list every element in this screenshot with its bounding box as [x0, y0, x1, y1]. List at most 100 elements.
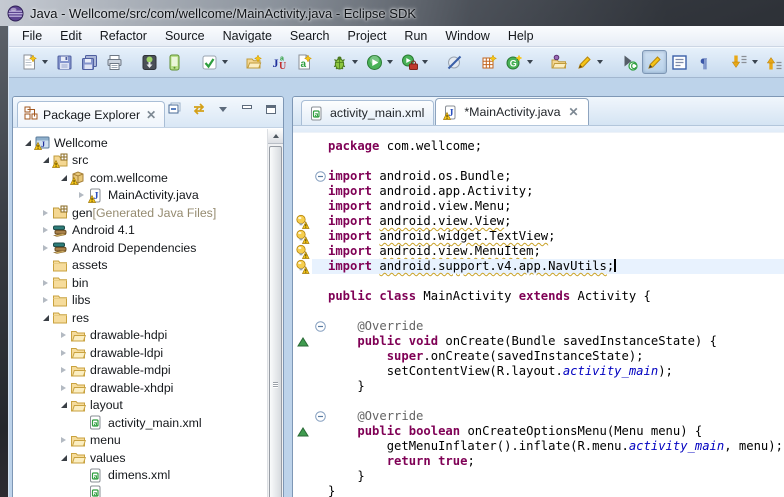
minimize-view-icon[interactable]: [239, 102, 255, 116]
lint-check-button[interactable]: [197, 50, 232, 74]
menu-edit[interactable]: Edit: [51, 27, 91, 46]
menu-project[interactable]: Project: [339, 27, 396, 46]
close-view-icon[interactable]: ✕: [146, 109, 156, 121]
code-line[interactable]: return true;: [293, 454, 784, 469]
window-titlebar[interactable]: Java - Wellcome/src/com/wellcome/MainAct…: [0, 0, 784, 26]
fold-collapse-icon[interactable]: [312, 409, 328, 424]
menu-run[interactable]: Run: [395, 27, 436, 46]
editor-tab-activity-main-xml[interactable]: a activity_main.xml: [301, 100, 435, 125]
tree-item-values[interactable]: values: [13, 449, 267, 467]
code-line[interactable]: import android.app.Activity;: [293, 184, 784, 199]
tree-item-dimens-xml[interactable]: a dimens.xml: [13, 467, 267, 485]
dropdown-arrow-icon[interactable]: [597, 60, 603, 64]
expander-icon[interactable]: [57, 174, 70, 181]
code-line[interactable]: }: [293, 469, 784, 484]
override-marker-icon[interactable]: [293, 334, 312, 349]
expander-icon[interactable]: [57, 402, 70, 409]
run-button[interactable]: [362, 50, 397, 74]
expander-icon[interactable]: [39, 157, 52, 164]
save-all-button[interactable]: [77, 50, 102, 74]
expander-icon[interactable]: [39, 244, 52, 251]
close-tab-icon[interactable]: ✕: [569, 106, 579, 118]
tree-item-mainactivity-java[interactable]: J MainActivity.java: [13, 187, 267, 205]
dropdown-arrow-icon[interactable]: [42, 60, 48, 64]
menu-file[interactable]: File: [13, 27, 51, 46]
code-line[interactable]: [293, 274, 784, 289]
dropdown-arrow-icon[interactable]: [222, 60, 228, 64]
warning-bulb-icon[interactable]: [293, 244, 312, 259]
print-button[interactable]: [102, 50, 127, 74]
menu-help[interactable]: Help: [499, 27, 543, 46]
tree-item-bin[interactable]: bin: [13, 274, 267, 292]
fold-collapse-icon[interactable]: [312, 319, 328, 334]
expander-icon[interactable]: [39, 227, 52, 234]
code-line[interactable]: public class MainActivity extends Activi…: [293, 289, 784, 304]
dropdown-arrow-icon[interactable]: [752, 60, 758, 64]
expander-icon[interactable]: [57, 454, 70, 461]
code-line[interactable]: [293, 154, 784, 169]
menu-search[interactable]: Search: [281, 27, 339, 46]
show-source-button[interactable]: [667, 50, 692, 74]
code-line[interactable]: import android.support.v4.app.NavUtils;: [293, 259, 784, 274]
menu-navigate[interactable]: Navigate: [214, 27, 281, 46]
tree-item-res[interactable]: res: [13, 309, 267, 327]
code-line[interactable]: package com.wellcome;: [293, 139, 784, 154]
toggle-mark-occurrences-button[interactable]: [642, 50, 667, 74]
previous-annotation-button[interactable]: [762, 50, 784, 74]
warning-bulb-icon[interactable]: [293, 229, 312, 244]
android-sdk-manager-button[interactable]: [137, 50, 162, 74]
code-line[interactable]: setContentView(R.layout.activity_main);: [293, 364, 784, 379]
save-button[interactable]: [52, 50, 77, 74]
explorer-scrollbar[interactable]: [267, 129, 283, 497]
tree-item-drawable-mdpi[interactable]: drawable-mdpi: [13, 362, 267, 380]
code-line[interactable]: import android.view.MenuItem;: [293, 244, 784, 259]
menu-refactor[interactable]: Refactor: [91, 27, 156, 46]
tree-item-drawable-hdpi[interactable]: drawable-hdpi: [13, 327, 267, 345]
code-line[interactable]: import android.view.View;: [293, 214, 784, 229]
scroll-up-button[interactable]: [268, 129, 283, 144]
tree-item-layout[interactable]: layout: [13, 397, 267, 415]
warning-bulb-icon[interactable]: [293, 214, 312, 229]
run-external-tools-button[interactable]: [397, 50, 432, 74]
fold-collapse-icon[interactable]: [312, 169, 328, 184]
next-annotation-button[interactable]: [727, 50, 762, 74]
menu-source[interactable]: Source: [156, 27, 214, 46]
tree-item-drawable-xhdpi[interactable]: drawable-xhdpi: [13, 379, 267, 397]
code-line[interactable]: [293, 394, 784, 409]
code-line[interactable]: import android.view.Menu;: [293, 199, 784, 214]
expander-icon[interactable]: [57, 437, 70, 444]
tree-item-activity-main-xml[interactable]: a activity_main.xml: [13, 414, 267, 432]
code-editor[interactable]: package com.wellcome; import android.os.B…: [293, 134, 784, 497]
show-whitespace-button[interactable]: ¶: [692, 50, 717, 74]
new-junit-test-button[interactable]: JUa: [267, 50, 292, 74]
code-line[interactable]: public boolean onCreateOptionsMenu(Menu …: [293, 424, 784, 439]
dropdown-arrow-icon[interactable]: [352, 60, 358, 64]
debug-button[interactable]: [327, 50, 362, 74]
tree-item-android-4-1[interactable]: Android 4.1: [13, 222, 267, 240]
expander-icon[interactable]: [39, 297, 52, 304]
menu-window[interactable]: Window: [436, 27, 498, 46]
dropdown-arrow-icon[interactable]: [422, 60, 428, 64]
view-menu-icon[interactable]: [215, 102, 231, 116]
warning-bulb-icon[interactable]: [293, 259, 312, 274]
new-android-xml-button[interactable]: a: [292, 50, 317, 74]
code-line[interactable]: @Override: [293, 319, 784, 334]
tree-item-assets[interactable]: assets: [13, 257, 267, 275]
code-line[interactable]: @Override: [293, 409, 784, 424]
expander-icon[interactable]: [39, 279, 52, 286]
code-line[interactable]: import android.widget.TextView;: [293, 229, 784, 244]
expander-icon[interactable]: [39, 209, 52, 216]
maximize-view-icon[interactable]: [263, 102, 279, 116]
code-line[interactable]: super.onCreate(savedInstanceState);: [293, 349, 784, 364]
toggle-breadcrumb-button[interactable]: C: [617, 50, 642, 74]
tree-item-wellcome[interactable]: J Wellcome: [13, 134, 267, 152]
tree-item-gen[interactable]: gen [Generated Java Files]: [13, 204, 267, 222]
tree-item-com-wellcome[interactable]: com.wellcome: [13, 169, 267, 187]
expander-icon[interactable]: [39, 314, 52, 321]
link-with-editor-icon[interactable]: [191, 102, 207, 116]
override-marker-icon[interactable]: [293, 424, 312, 439]
tree-item-drawable-ldpi[interactable]: drawable-ldpi: [13, 344, 267, 362]
code-line[interactable]: }: [293, 484, 784, 497]
tree-item-android-dependencies[interactable]: Android Dependencies: [13, 239, 267, 257]
tree-item-partial[interactable]: a: [13, 484, 267, 497]
